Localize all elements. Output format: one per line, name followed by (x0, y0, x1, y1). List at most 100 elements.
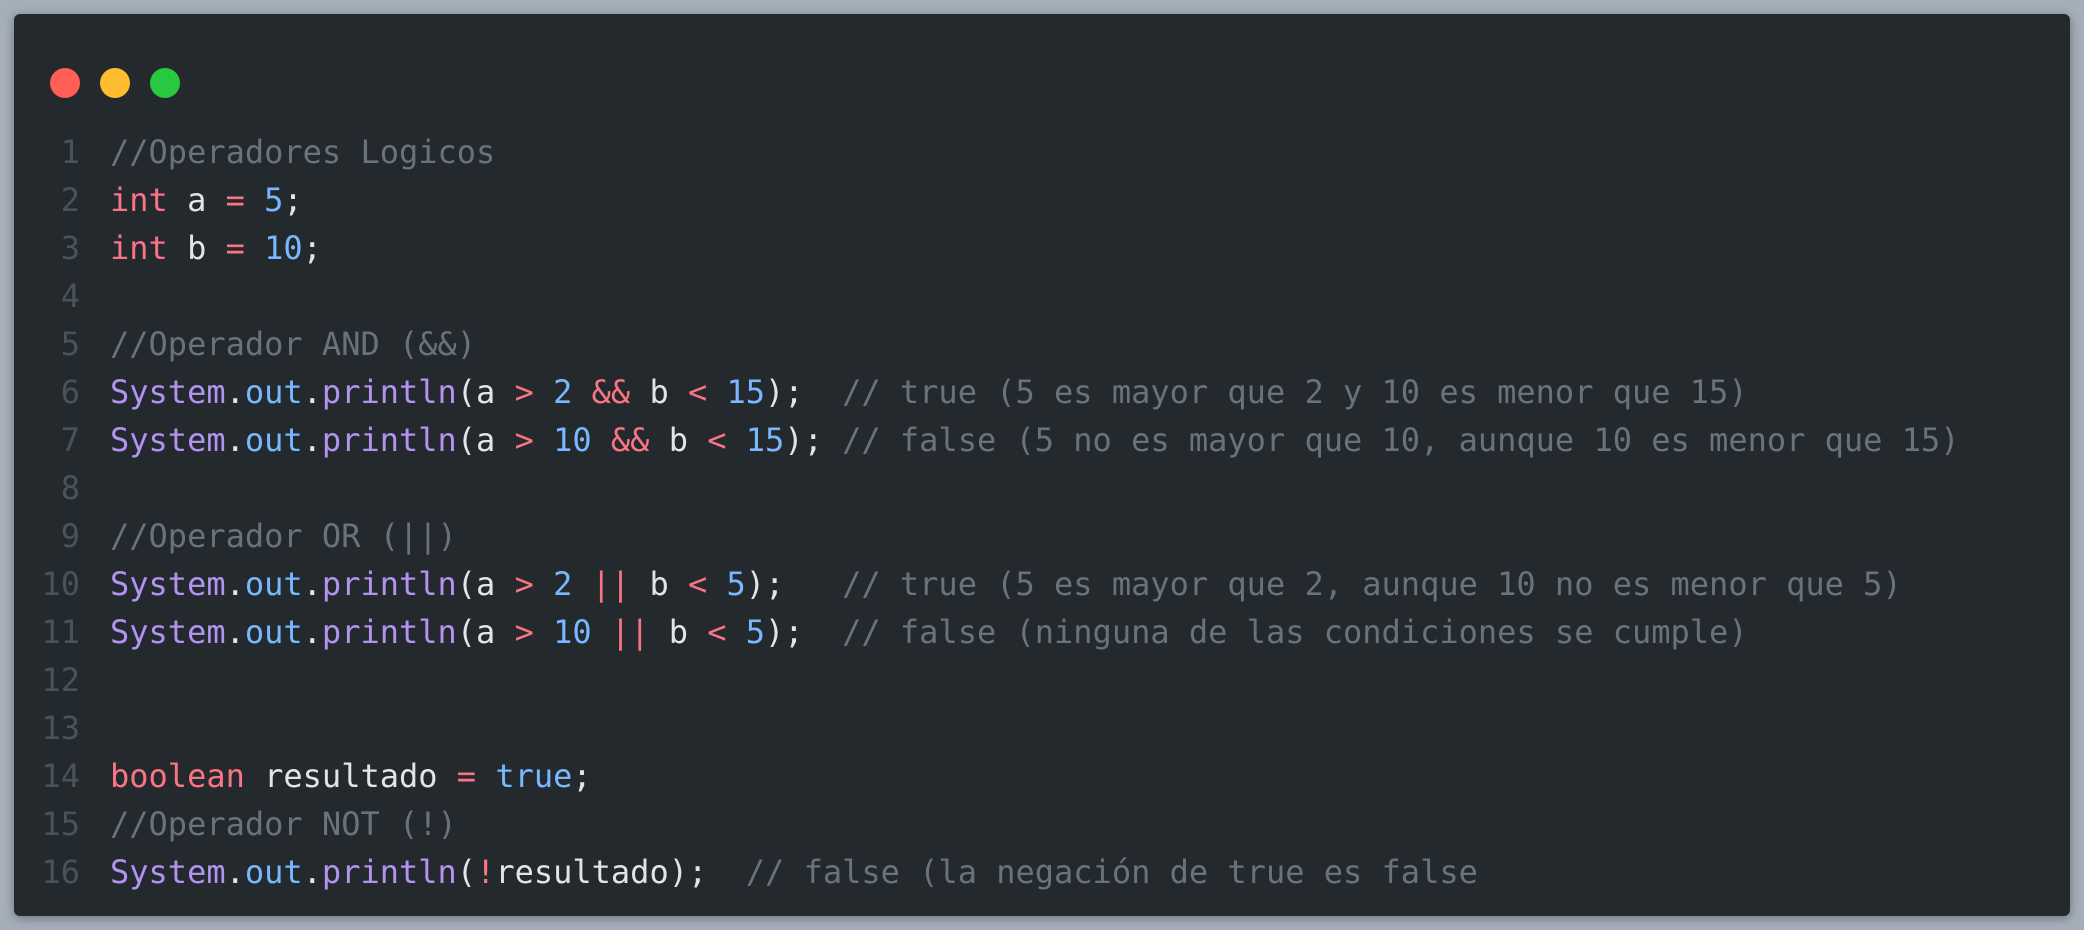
code-token: // false (ninguna de las condiciones se … (842, 613, 1748, 651)
code-token: System (110, 421, 226, 459)
code-token: System (110, 613, 226, 651)
line-source (104, 656, 2070, 704)
code-token: < (687, 565, 708, 603)
code-line: 10 System.out.println(a > 2 || b < 5); //… (14, 560, 2070, 608)
code-token: println (321, 373, 457, 411)
code-token: 15 (726, 373, 766, 411)
code-token: ; (283, 181, 303, 219)
code-line: 11 System.out.println(a > 10 || b < 5); /… (14, 608, 2070, 656)
window-controls (50, 68, 180, 98)
code-line: 7 System.out.println(a > 10 && b < 15); /… (14, 416, 2070, 464)
code-token: 5 (745, 613, 766, 651)
code-editor[interactable]: 1 //Operadores Logicos 2 int a = 5; 3 int b =… (14, 128, 2070, 896)
code-token: = (456, 757, 477, 795)
code-token: out (244, 421, 303, 459)
code-line: 9 //Operador OR (||) (14, 512, 2070, 560)
code-token: > (514, 373, 534, 411)
code-token: ; (572, 757, 592, 795)
code-line: 15 //Operador NOT (!) (14, 800, 2070, 848)
code-token: resultado); (495, 853, 746, 891)
line-source: boolean resultado = true; (104, 752, 2070, 800)
code-token: println (321, 613, 457, 651)
line-number: 7 (60, 421, 80, 459)
code-line: 6 System.out.println(a > 2 && b < 15); //… (14, 368, 2070, 416)
code-token: println (321, 565, 457, 603)
code-line: 13 (14, 704, 2070, 752)
maximize-button[interactable] (150, 68, 180, 98)
code-token: 10 (264, 229, 303, 267)
code-token: . (302, 613, 322, 651)
line-number: 10 (41, 565, 80, 603)
line-source (104, 272, 2070, 320)
line-source: System.out.println(a > 10 || b < 5); // … (104, 608, 2070, 656)
code-token: && (591, 373, 631, 411)
code-token: . (302, 421, 322, 459)
line-number: 15 (41, 805, 80, 843)
line-number: 4 (60, 277, 80, 315)
code-token: out (244, 373, 303, 411)
code-token: 10 (553, 421, 592, 459)
code-token: // false (5 no es mayor que 10, aunque 1… (842, 421, 1960, 459)
code-token: (a (456, 565, 515, 603)
line-number: 3 (60, 229, 80, 267)
code-line: 4 (14, 272, 2070, 320)
code-token: . (302, 853, 322, 891)
code-line: 3 int b = 10; (14, 224, 2070, 272)
code-token: = (225, 181, 245, 219)
line-number: 9 (60, 517, 80, 555)
code-token: ); (745, 565, 843, 603)
code-token: //Operador OR (||) (110, 517, 457, 555)
code-token: > (514, 613, 534, 651)
code-token: System (110, 853, 226, 891)
line-source: System.out.println(a > 10 && b < 15); //… (104, 416, 2070, 464)
line-source: System.out.println(!resultado); // false… (104, 848, 2070, 896)
code-token: true (495, 757, 573, 795)
line-number: 14 (41, 757, 80, 795)
code-token: < (707, 613, 727, 651)
line-number: 1 (60, 133, 80, 171)
code-token: 2 (553, 373, 573, 411)
code-token: ! (476, 853, 496, 891)
code-line: 14 boolean resultado = true; (14, 752, 2070, 800)
code-token: //Operador AND (&&) (110, 325, 477, 363)
minimize-button[interactable] (100, 68, 130, 98)
code-line: 2 int a = 5; (14, 176, 2070, 224)
code-token: resultado (244, 757, 457, 795)
close-button[interactable] (50, 68, 80, 98)
line-number: 11 (41, 613, 80, 651)
line-source: System.out.println(a > 2 || b < 5); // t… (104, 560, 2070, 608)
code-token: > (514, 565, 534, 603)
code-token: || (610, 613, 650, 651)
code-token: // true (5 es mayor que 2 y 10 es menor … (842, 373, 1748, 411)
code-token: b (167, 229, 226, 267)
line-number: 2 (60, 181, 80, 219)
line-source: System.out.println(a > 2 && b < 15); // … (104, 368, 2070, 416)
code-token: (a (456, 613, 515, 651)
code-token: ); (784, 421, 843, 459)
code-token: ); (765, 373, 843, 411)
code-token: 10 (553, 613, 592, 651)
line-number: 13 (41, 709, 80, 747)
code-token: > (514, 421, 534, 459)
code-window: 1 //Operadores Logicos 2 int a = 5; 3 int b =… (14, 14, 2070, 916)
code-token: ; (302, 229, 322, 267)
code-token: int (110, 229, 168, 267)
code-token: && (610, 421, 650, 459)
code-token: 5 (726, 565, 746, 603)
line-source (104, 704, 2070, 752)
code-token: . (225, 613, 245, 651)
code-token: System (110, 565, 226, 603)
code-token: . (225, 853, 245, 891)
code-token: println (321, 421, 457, 459)
line-number: 6 (60, 373, 80, 411)
